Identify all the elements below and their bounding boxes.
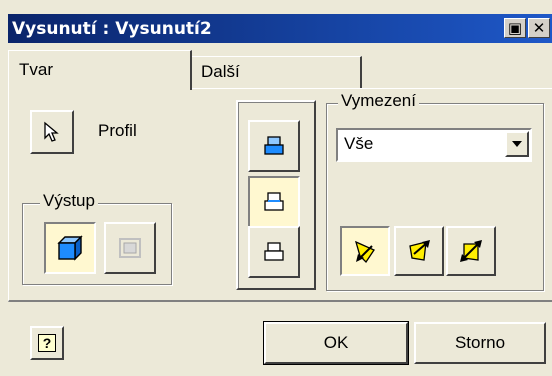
output-group-label: Výstup xyxy=(40,192,98,210)
direction-2-icon xyxy=(409,240,430,261)
window-title: Vysunutí : Vysunutí2 xyxy=(12,19,212,39)
join-button[interactable] xyxy=(248,120,300,172)
dropdown-button[interactable] xyxy=(505,131,529,157)
restore-button[interactable]: ▣ xyxy=(504,18,526,38)
extents-dropdown[interactable]: Vše xyxy=(336,128,532,162)
tab-dalsi-label: Další xyxy=(201,62,240,81)
intersect-icon xyxy=(264,242,284,261)
cancel-button[interactable]: Storno xyxy=(414,322,546,364)
solid-cube-icon xyxy=(57,235,83,261)
ok-button[interactable]: OK xyxy=(263,321,409,365)
intersect-button[interactable] xyxy=(248,226,300,278)
solid-output-button[interactable] xyxy=(44,222,96,274)
profile-label: Profil xyxy=(98,121,137,140)
direction-1-button[interactable] xyxy=(340,226,390,276)
surface-output-button[interactable] xyxy=(104,222,156,274)
extrude-dialog: Vysunutí : Vysunutí2 ▣ ✕ Další Tvar Prof… xyxy=(0,0,552,376)
cancel-button-label: Storno xyxy=(454,333,506,352)
symmetric-icon xyxy=(460,240,482,262)
extents-group-label: Vymezení xyxy=(338,92,419,110)
symmetric-button[interactable] xyxy=(446,226,496,276)
profile-select-button[interactable] xyxy=(30,110,74,154)
chevron-down-icon xyxy=(512,141,522,147)
help-button[interactable]: ? xyxy=(30,326,64,360)
join-icon xyxy=(264,136,284,155)
cut-icon xyxy=(264,192,284,211)
title-bar[interactable]: Vysunutí : Vysunutí2 ▣ ✕ xyxy=(8,14,552,43)
direction-1-icon xyxy=(354,240,375,264)
ok-button-label: OK xyxy=(323,333,349,352)
tab-tvar[interactable]: Tvar xyxy=(8,50,192,90)
cursor-arrow-icon xyxy=(44,121,59,142)
tab-dalsi[interactable]: Další xyxy=(190,56,362,88)
tab-tvar-label: Tvar xyxy=(19,60,53,79)
close-button[interactable]: ✕ xyxy=(528,18,550,38)
surface-icon xyxy=(119,238,141,258)
restore-icon: ▣ xyxy=(507,20,523,37)
direction-2-button[interactable] xyxy=(394,226,444,276)
help-icon: ? xyxy=(38,334,56,352)
cut-button[interactable] xyxy=(248,176,300,228)
extents-selected-value: Vše xyxy=(344,134,374,153)
close-icon: ✕ xyxy=(532,20,546,37)
